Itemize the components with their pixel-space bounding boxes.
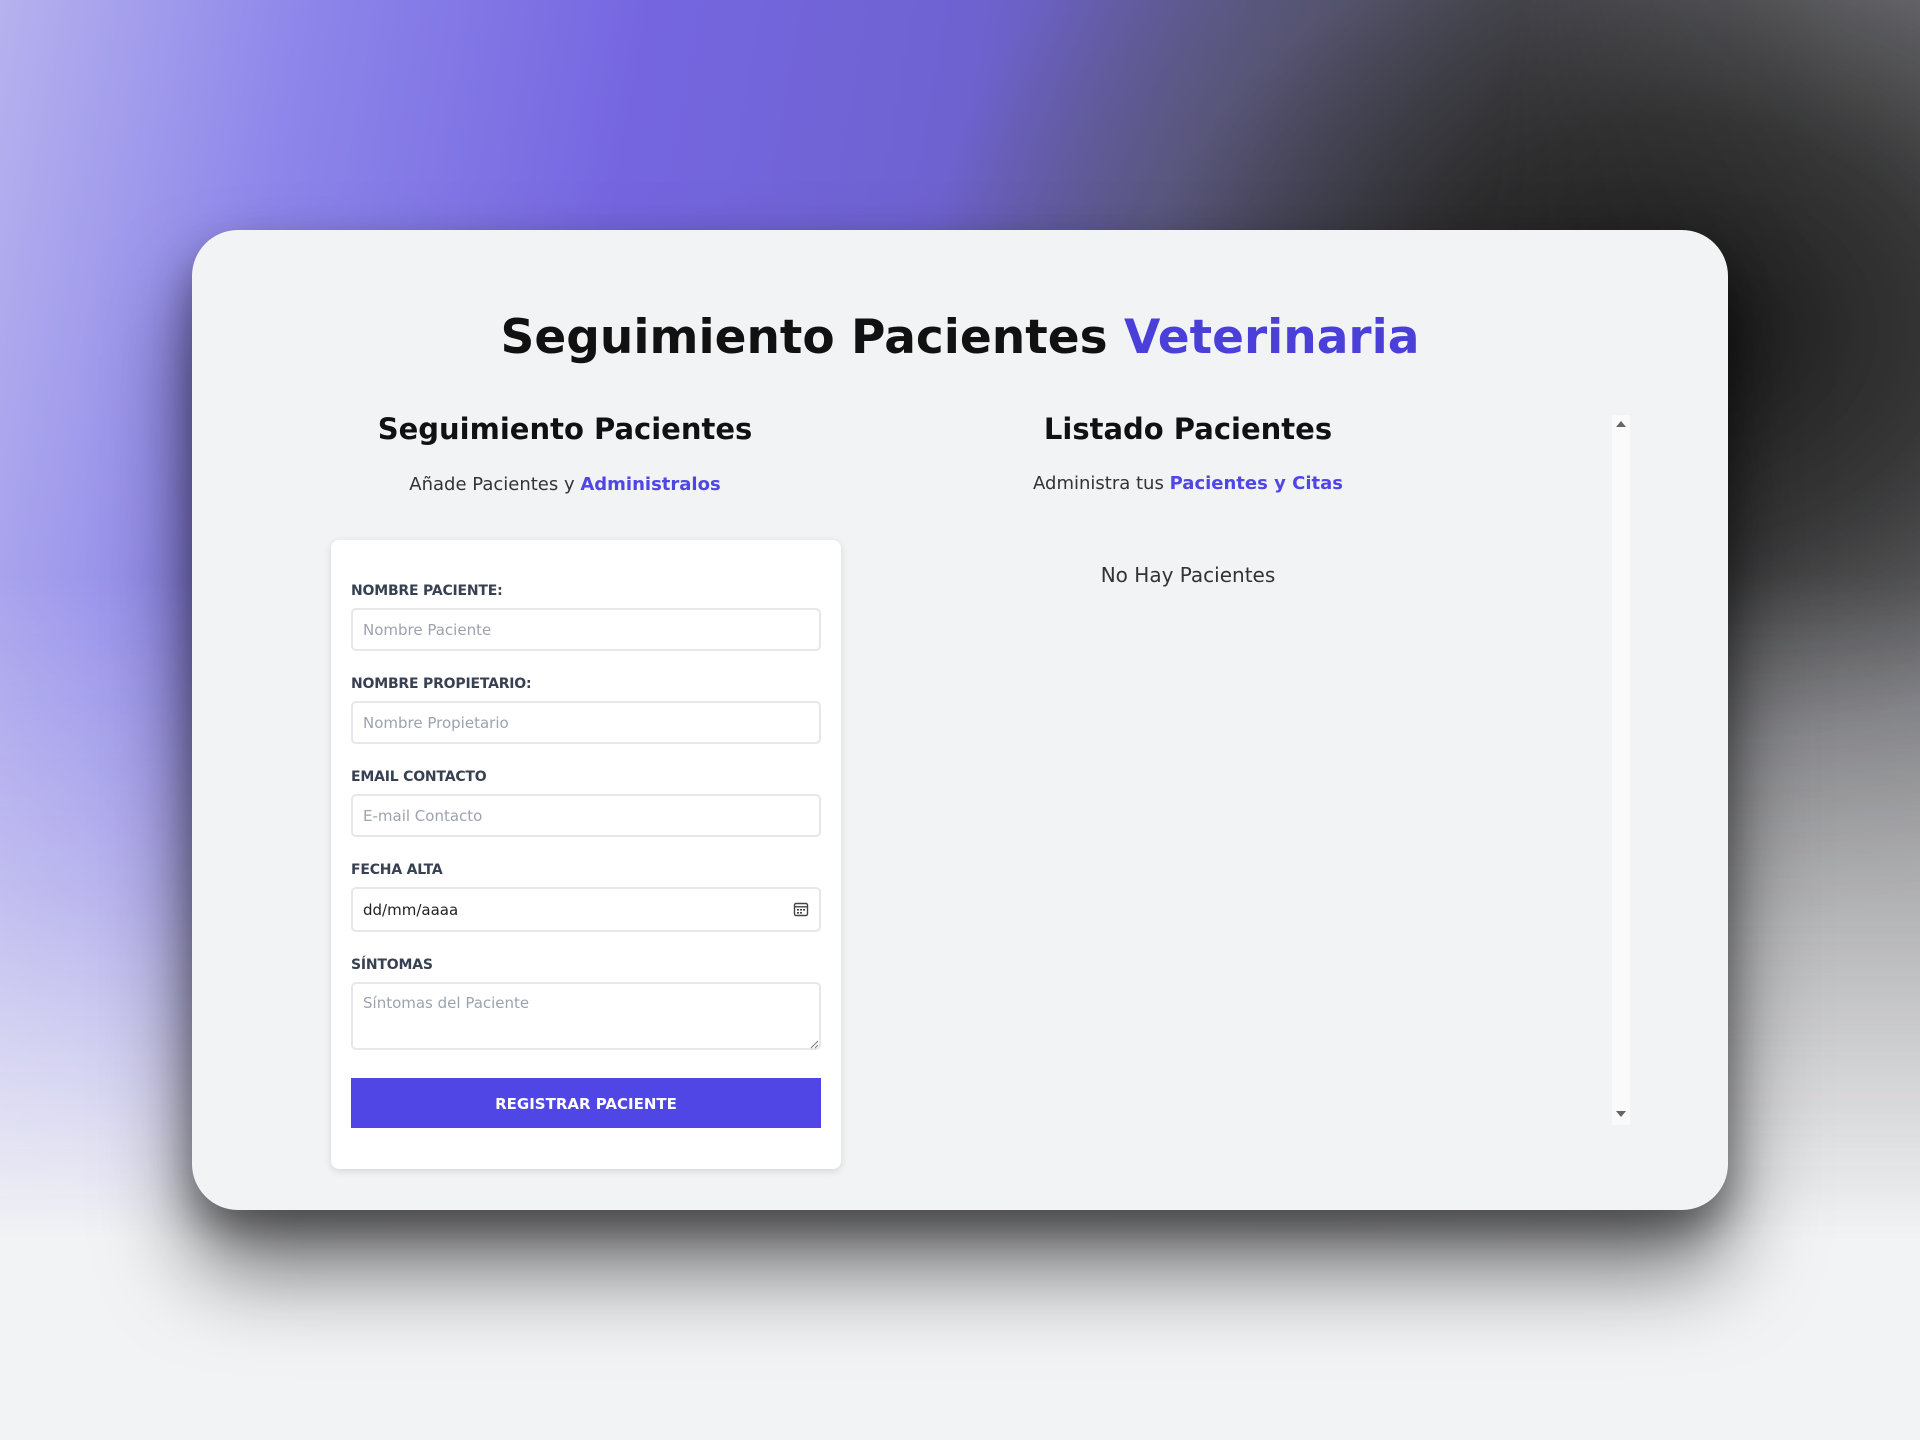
- pet-name-input[interactable]: [351, 608, 821, 651]
- register-patient-button[interactable]: REGISTRAR PACIENTE: [351, 1078, 821, 1128]
- symptoms-textarea[interactable]: [351, 982, 821, 1050]
- empty-list-message: No Hay Pacientes: [1100, 563, 1276, 587]
- app-window: Seguimiento Pacientes Veterinaria Seguim…: [192, 230, 1728, 1210]
- page-title-accent: Veterinaria: [1123, 310, 1420, 365]
- list-section-title: Listado Pacientes: [1043, 412, 1333, 446]
- chevron-down-icon[interactable]: [1616, 1111, 1626, 1117]
- email-input[interactable]: [351, 794, 821, 837]
- symptoms-label: SÍNTOMAS: [351, 957, 433, 973]
- patient-form: NOMBRE PACIENTE: NOMBRE PROPIETARIO: EMA…: [331, 540, 841, 1169]
- date-input[interactable]: dd/mm/aaaa: [351, 887, 821, 932]
- email-label: EMAIL CONTACTO: [351, 769, 487, 785]
- owner-name-input[interactable]: [351, 701, 821, 744]
- chevron-up-icon[interactable]: [1616, 421, 1626, 427]
- scrollbar[interactable]: [1612, 415, 1630, 1125]
- resize-handle-icon[interactable]: [809, 1039, 819, 1049]
- page-title: Seguimiento Pacientes Veterinaria: [192, 310, 1728, 365]
- form-subtitle-prefix: Añade Pacientes y: [409, 474, 575, 495]
- list-subtitle-highlight: Pacientes y Citas: [1169, 473, 1343, 494]
- list-subtitle-prefix: Administra tus: [1033, 473, 1164, 494]
- pet-name-label: NOMBRE PACIENTE:: [351, 583, 503, 599]
- date-value: dd/mm/aaaa: [363, 901, 459, 919]
- calendar-icon[interactable]: [793, 901, 809, 917]
- form-section-title: Seguimiento Pacientes: [377, 412, 753, 446]
- owner-name-label: NOMBRE PROPIETARIO:: [351, 676, 532, 692]
- date-label: FECHA ALTA: [351, 862, 443, 878]
- page-title-main: Seguimiento Pacientes: [500, 310, 1108, 365]
- list-section-subtitle: Administra tus Pacientes y Citas: [938, 473, 1438, 494]
- form-subtitle-highlight: Administralos: [580, 474, 721, 495]
- form-section-subtitle: Añade Pacientes y Administralos: [310, 474, 820, 495]
